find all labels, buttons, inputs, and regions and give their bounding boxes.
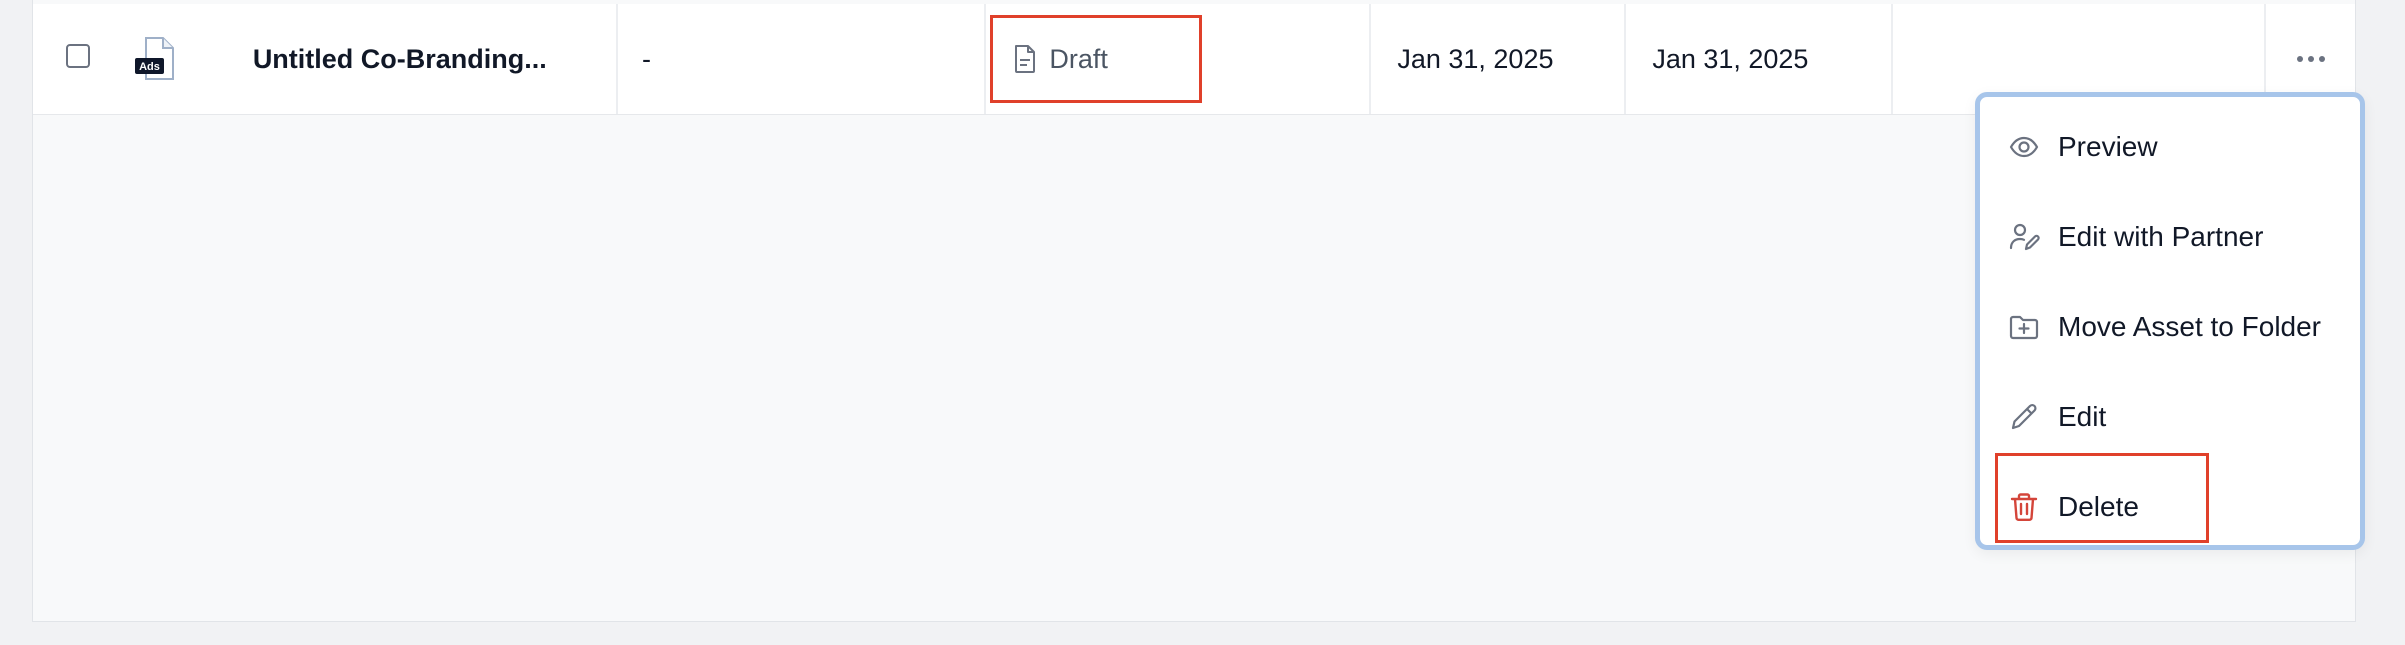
menu-item-edit[interactable]: Edit <box>1980 381 2360 453</box>
folder-plus-icon <box>2009 315 2039 340</box>
row-checkbox[interactable] <box>65 44 90 68</box>
menu-item-label: Move Asset to Folder <box>2058 311 2322 342</box>
more-dot-icon <box>2318 56 2325 62</box>
pencil-icon <box>2011 403 2037 430</box>
actions-dropdown-menu: Preview Edit with Partner Move Asset to … <box>1975 92 2365 550</box>
more-actions-button[interactable] <box>2291 50 2331 68</box>
menu-item-label: Delete <box>2058 491 2139 522</box>
status-cell: Draft <box>986 4 1372 114</box>
menu-item-move-to-folder[interactable]: Move Asset to Folder <box>1980 291 2360 363</box>
ads-file-icon: Ads <box>135 37 175 80</box>
file-badge-text: Ads <box>139 61 160 73</box>
trash-icon <box>2010 493 2038 522</box>
status-label: Draft <box>1049 43 1108 74</box>
empty-value: - <box>618 4 987 114</box>
modified-date: Jan 31, 2025 <box>1626 4 1894 114</box>
eye-icon <box>2009 136 2039 158</box>
menu-item-label: Edit with Partner <box>2058 221 2264 252</box>
more-dot-icon <box>2307 56 2314 62</box>
asset-name[interactable]: Untitled Co-Branding... <box>223 4 618 114</box>
created-date: Jan 31, 2025 <box>1371 4 1627 114</box>
user-pen-icon <box>2009 223 2040 251</box>
menu-item-label: Edit <box>2058 401 2107 432</box>
status-badge[interactable]: Draft <box>990 15 1203 103</box>
menu-item-preview[interactable]: Preview <box>1980 111 2360 183</box>
menu-item-label: Preview <box>2058 131 2158 162</box>
menu-item-edit-with-partner[interactable]: Edit with Partner <box>1980 201 2360 273</box>
document-icon <box>1015 45 1036 73</box>
menu-item-delete[interactable]: Delete <box>1980 471 2360 543</box>
file-icon-cell: Ads <box>114 4 223 114</box>
checkbox-cell <box>33 4 114 114</box>
more-dot-icon <box>2296 56 2303 62</box>
